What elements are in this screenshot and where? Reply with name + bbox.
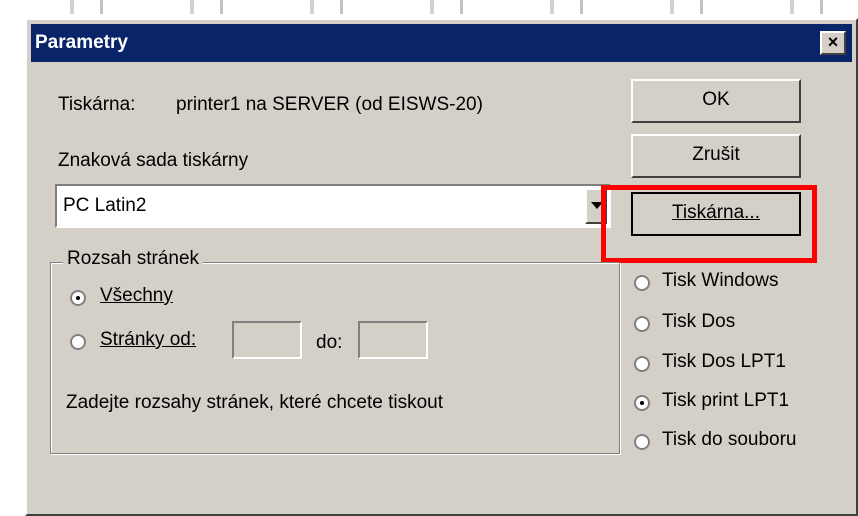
ok-button-label: OK [702, 89, 730, 110]
tisk-windows-label: Tisk Windows [662, 270, 779, 291]
page-range-hint: Zadejte rozsahy stránek, které chcete ti… [66, 392, 444, 413]
tisk-dos-label: Tisk Dos [662, 311, 736, 332]
close-icon: × [827, 32, 839, 52]
radio-pages-from-label: Stránky od: [100, 329, 197, 350]
tisk-do-souboru-label: Tisk do souboru [662, 429, 797, 450]
printer-label: Tiskárna: [58, 94, 136, 115]
radio-tisk-print-lpt1[interactable] [634, 395, 650, 411]
dialog-title: Parametry [35, 32, 128, 53]
radio-pages-from[interactable] [70, 334, 86, 350]
tisk-dos-lpt1-label: Tisk Dos LPT1 [662, 351, 786, 372]
charset-selected-value: PC Latin2 [63, 195, 147, 216]
title-bar[interactable]: Parametry × [31, 24, 852, 62]
ok-button[interactable]: OK [631, 79, 801, 123]
cancel-button[interactable]: Zrušit [631, 134, 801, 178]
radio-all[interactable] [70, 290, 86, 306]
close-button[interactable]: × [820, 31, 846, 55]
page-range-legend: Rozsah stránek [63, 248, 204, 270]
cancel-button-label: Zrušit [692, 144, 740, 165]
radio-tisk-do-souboru[interactable] [634, 434, 650, 450]
page-to-input[interactable] [358, 321, 428, 359]
charset-dropdown[interactable]: PC Latin2 [55, 184, 611, 228]
tisk-print-lpt1-label: Tisk print LPT1 [662, 390, 790, 411]
radio-tisk-dos-lpt1[interactable] [634, 356, 650, 372]
printer-value: printer1 na SERVER (od EISWS-20) [176, 94, 483, 115]
charset-label: Znaková sada tiskárny [58, 150, 249, 171]
radio-tisk-dos[interactable] [634, 316, 650, 332]
radio-tisk-windows[interactable] [634, 275, 650, 291]
radio-all-label: Všechny [100, 285, 173, 306]
background-document-noise [30, 0, 850, 14]
highlight-box [601, 185, 817, 263]
page-from-input[interactable] [232, 321, 302, 359]
page-to-label: do: [316, 332, 343, 353]
